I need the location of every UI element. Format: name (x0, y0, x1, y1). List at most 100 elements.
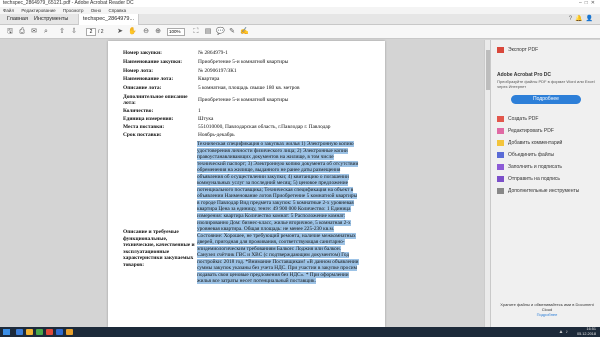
menu-help[interactable]: Справка (108, 8, 126, 13)
tool-label: Дополнительные инструменты (508, 188, 580, 194)
menu-view[interactable]: Просмотр (63, 8, 84, 13)
field-value: Квартира (198, 76, 220, 82)
tool-combine[interactable]: Объединить файлы (497, 151, 597, 159)
taskbar-app-icon[interactable] (16, 329, 23, 335)
clock-date: 05.12.2018 (576, 332, 596, 336)
tab-home[interactable]: Главная (3, 14, 32, 25)
tool-label: Отправить на подпись (508, 176, 561, 182)
tool-send-sign[interactable]: Отправить на подпись (497, 175, 597, 183)
selected-text[interactable]: Техническая спецификация о закупках жиль… (197, 141, 359, 285)
document-cloud-promo: Храните файлы и обменивайтесь ими в Docu… (497, 302, 597, 317)
send-sign-icon (497, 175, 504, 182)
tool-label: Объединить файлы (508, 152, 555, 158)
window-controls[interactable]: –□✕ (579, 0, 598, 7)
promo-title: Adobe Acrobat Pro DC (497, 72, 551, 78)
tool-comment[interactable]: Добавить комментарий (497, 139, 597, 147)
zoom-out-icon[interactable]: ⊖ (142, 28, 150, 36)
comment-tool-icon (497, 139, 504, 146)
tab-document[interactable]: techspec_2864979... (78, 14, 140, 25)
field-label: Описание лота: (123, 85, 162, 91)
field-label: Срок поставки: (123, 132, 162, 138)
menu-file[interactable]: Файл (3, 8, 14, 13)
toolbar: 🖫 ⎙ ✉ ⌕ ⇧ ⇩ 2 / 2 ➤ ✋ ⊖ ⊕ 100% ⛶ ▤ 💬 ✎ ✍ (0, 25, 600, 39)
field-label: Номер лота: (123, 68, 154, 74)
zoom-in-icon[interactable]: ⊕ (154, 28, 162, 36)
field-value: Ноябрь-декабрь (198, 132, 235, 138)
field-label: Наименование закупки: (123, 59, 182, 65)
field-label: Количество: (123, 108, 154, 114)
spec-text[interactable]: Техническая спецификация о закупках жиль… (197, 141, 360, 285)
field-value: Приобретение 5-и комнатной квартиры (198, 59, 289, 65)
tab-bar: Главная Инструменты techspec_2864979... … (0, 14, 600, 25)
more-tools-icon (497, 187, 504, 194)
page-total: / 2 (98, 29, 104, 35)
taskbar-word-icon[interactable] (56, 329, 63, 335)
page-number-input[interactable]: 2 (86, 28, 96, 36)
tool-label: Редактировать PDF (508, 128, 554, 134)
start-button[interactable] (3, 329, 10, 335)
system-tray[interactable]: ▲♪ (559, 329, 570, 335)
subscribe-button[interactable]: Подробнее (511, 95, 581, 104)
fit-page-icon[interactable]: ⛶ (192, 28, 200, 36)
email-icon[interactable]: ✉ (30, 28, 38, 36)
search-icon[interactable]: ⌕ (42, 28, 50, 36)
field-label: Места поставки: (123, 124, 165, 130)
taskbar: ▲♪ 16:51 05.12.2018 (0, 327, 600, 337)
export-pdf-icon (497, 46, 504, 53)
field-label: Номер закупки: (123, 50, 162, 56)
tool-label: Заполнить и подписать (508, 164, 562, 170)
menu-window[interactable]: Окно (91, 8, 101, 13)
field-label: Единица измерения: (123, 116, 174, 122)
hand-tool-icon[interactable]: ✋ (128, 28, 137, 36)
field-value: Штука (198, 116, 214, 122)
promo-description: Преобразуйте файлы PDF в формат Word или… (497, 79, 595, 89)
field-value: Приобретение 5-и комнатной квартиры (198, 97, 289, 103)
window-titlebar: tech­spec_2864979_65121.pdf - Adobe Acro… (0, 0, 600, 7)
field-value: № 20906197/ЗК1 (198, 68, 237, 74)
tool-edit-pdf[interactable]: Редактировать PDF (497, 127, 597, 135)
window-title: tech­spec_2864979_65121.pdf - Adobe Acro… (3, 0, 134, 6)
create-pdf-icon (497, 115, 504, 122)
spec-label: Описание и требуемые функциональные, тех… (123, 229, 195, 268)
taskbar-app-icon[interactable] (66, 329, 73, 335)
export-pdf[interactable]: Экспорт PDF (497, 46, 597, 54)
tool-more[interactable]: Дополнительные инструменты (497, 187, 597, 195)
field-value: 5 комнатная, площадь свыше 180 кв. метро… (198, 85, 300, 91)
taskbar-app-icon[interactable] (36, 329, 43, 335)
select-tool-icon[interactable]: ➤ (116, 28, 124, 36)
zoom-level[interactable]: 100% (167, 28, 185, 36)
field-label: Дополнительное описание лота: (123, 94, 188, 106)
comment-icon[interactable]: 💬 (216, 28, 225, 36)
edit-pdf-icon (497, 127, 504, 134)
save-icon[interactable]: 🖫 (6, 28, 14, 36)
tool-label: Создать PDF (508, 116, 539, 122)
tool-create-pdf[interactable]: Создать PDF (497, 115, 597, 123)
draw-icon[interactable]: ✎ (228, 28, 236, 36)
field-value: № 2864979-1 (198, 50, 228, 56)
taskbar-folder-icon[interactable] (26, 329, 33, 335)
document-area: Номер закупки: № 2864979-1 Наименование … (0, 40, 490, 327)
acrobat-promo: Adobe Acrobat Pro DC Преобразуйте файлы … (497, 72, 595, 89)
page-down-icon[interactable]: ⇩ (70, 28, 78, 36)
scroll-mode-icon[interactable]: ▤ (204, 28, 212, 36)
cloud-promo-text: Храните файлы и обменивайтесь ими в Docu… (500, 302, 594, 312)
cloud-promo-link[interactable]: Подробнее (497, 312, 597, 317)
menu-edit[interactable]: Редактирование (21, 8, 55, 13)
combine-files-icon (497, 151, 504, 158)
page-up-icon[interactable]: ⇧ (58, 28, 66, 36)
taskbar-acrobat-icon[interactable] (46, 329, 53, 335)
clock[interactable]: 16:51 05.12.2018 (577, 327, 596, 337)
tool-label: Добавить комментарий (508, 140, 563, 146)
sign-icon[interactable]: ✍ (240, 28, 249, 36)
pdf-page: Номер закупки: № 2864979-1 Наименование … (108, 41, 385, 327)
field-value: 1 (198, 108, 201, 114)
right-tools-panel: Экспорт PDF Adobe Acrobat Pro DC Преобра… (490, 40, 600, 327)
tool-fill-sign[interactable]: Заполнить и подписать (497, 163, 597, 171)
print-icon[interactable]: ⎙ (18, 28, 26, 36)
fill-sign-icon (497, 163, 504, 170)
menu-bar: Файл Редактирование Просмотр Окно Справк… (0, 7, 600, 14)
header-icons[interactable]: ?🔔👤 (569, 16, 596, 23)
export-pdf-label: Экспорт PDF (508, 47, 539, 53)
tab-tools[interactable]: Инструменты (30, 14, 72, 25)
field-label: Наименование лота: (123, 76, 174, 82)
